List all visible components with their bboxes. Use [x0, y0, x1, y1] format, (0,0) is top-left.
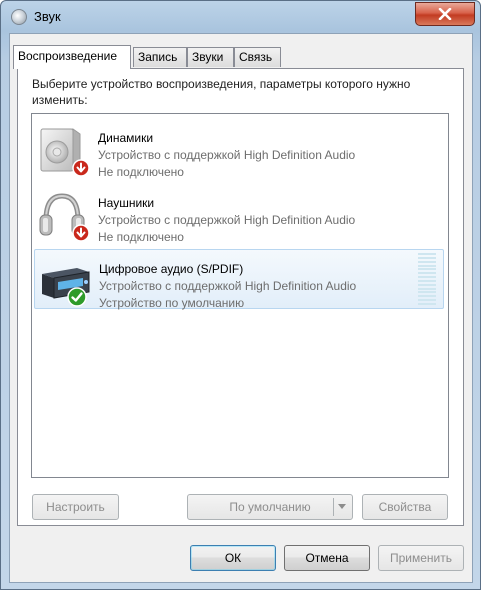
device-item-digital-audio[interactable]: Цифровое аудио (S/PDIF) Устройство с под…: [34, 249, 444, 310]
properties-button[interactable]: Свойства: [362, 494, 448, 520]
device-list[interactable]: Динамики Устройство с поддержкой High De…: [31, 113, 449, 478]
close-icon: [438, 8, 452, 20]
configure-button-label: Настроить: [46, 500, 105, 514]
set-default-button-label: По умолчанию: [229, 500, 311, 514]
title-bar[interactable]: Звук: [1, 1, 480, 33]
ok-button[interactable]: ОК: [190, 545, 276, 571]
disconnected-badge-icon: [72, 159, 90, 177]
tab-playback[interactable]: Воспроизведение: [13, 45, 131, 69]
close-button[interactable]: [415, 2, 475, 26]
device-driver: Устройство с поддержкой High Definition …: [98, 148, 356, 162]
device-name: Наушники: [98, 196, 155, 210]
device-driver: Устройство с поддержкой High Definition …: [98, 213, 356, 227]
device-status: Устройство по умолчанию: [99, 296, 245, 310]
device-name: Цифровое аудио (S/PDIF): [99, 262, 244, 276]
tab-communications[interactable]: Связь: [234, 47, 281, 67]
device-status: Не подключено: [98, 165, 184, 179]
cancel-button-label: Отмена: [305, 551, 349, 565]
disconnected-badge-icon: [72, 224, 90, 242]
device-item-speakers[interactable]: Динамики Устройство с поддержкой High De…: [34, 119, 444, 179]
device-item-headphones[interactable]: Наушники Устройство с поддержкой High De…: [34, 184, 444, 244]
device-name: Динамики: [98, 131, 154, 145]
instruction-text: Выберите устройство воспроизведения, пар…: [32, 77, 411, 107]
apply-button-label: Применить: [389, 551, 452, 565]
device-driver: Устройство с поддержкой High Definition …: [99, 279, 357, 293]
chevron-down-icon[interactable]: [338, 504, 346, 509]
properties-button-label: Свойства: [378, 500, 432, 514]
cancel-button[interactable]: Отмена: [284, 545, 370, 571]
configure-button[interactable]: Настроить: [32, 494, 119, 520]
set-default-split-button[interactable]: По умолчанию: [187, 494, 353, 520]
tab-sounds[interactable]: Звуки: [187, 47, 234, 67]
default-check-icon: [67, 287, 87, 307]
split-divider: [333, 498, 334, 516]
volume-level-meter: [418, 253, 436, 305]
window-title: Звук: [34, 9, 61, 24]
tab-recording[interactable]: Запись: [133, 47, 187, 67]
apply-button[interactable]: Применить: [378, 545, 464, 571]
device-status: Не подключено: [98, 230, 184, 244]
ok-button-label: ОК: [224, 551, 242, 565]
sound-app-icon: [11, 9, 27, 25]
